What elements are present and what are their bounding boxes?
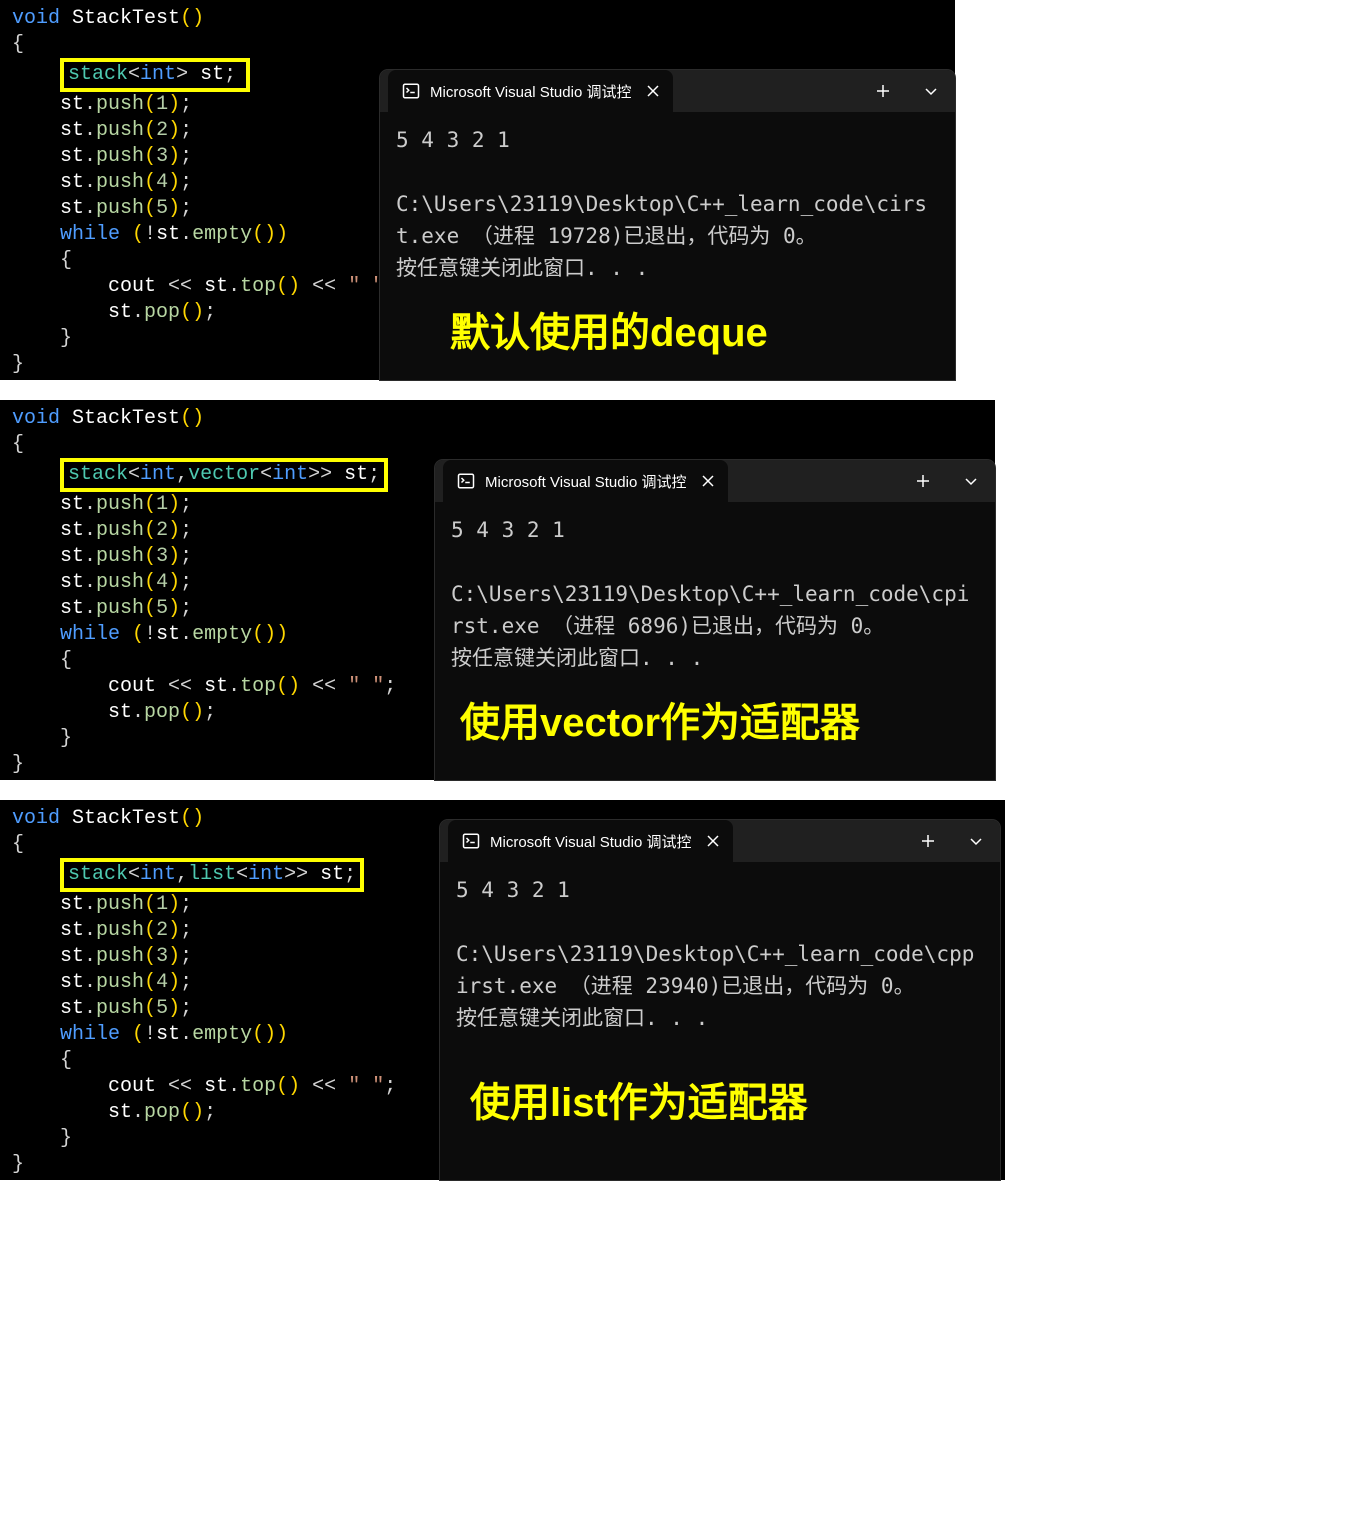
annotation-text: 默认使用的deque	[450, 300, 768, 358]
new-tab-button[interactable]	[859, 70, 907, 112]
close-icon[interactable]	[707, 835, 719, 847]
console-tabbar: Microsoft Visual Studio 调试控	[380, 70, 955, 112]
tab-title: Microsoft Visual Studio 调试控	[485, 471, 686, 492]
terminal-icon	[457, 472, 475, 490]
console-tabbar: Microsoft Visual Studio 调试控	[435, 460, 995, 502]
tab-dropdown-button[interactable]	[952, 820, 1000, 862]
new-tab-button[interactable]	[904, 820, 952, 862]
close-icon[interactable]	[647, 85, 659, 97]
tab-title: Microsoft Visual Studio 调试控	[430, 81, 631, 102]
tab-dropdown-button[interactable]	[907, 70, 955, 112]
terminal-icon	[402, 82, 420, 100]
annotation-text: 使用vector作为适配器	[460, 690, 860, 748]
console-tab[interactable]: Microsoft Visual Studio 调试控	[443, 460, 728, 502]
panel-1: void StackTest(){ stack<int,vector<int>>…	[0, 400, 1368, 780]
close-icon[interactable]	[702, 475, 714, 487]
terminal-icon	[462, 832, 480, 850]
console-output: 5 4 3 2 1 C:\Users\23119\Desktop\C++_lea…	[380, 112, 955, 296]
console-output: 5 4 3 2 1 C:\Users\23119\Desktop\C++_lea…	[435, 502, 995, 686]
panel-0: void StackTest(){ stack<int> st; st.push…	[0, 0, 1368, 380]
new-tab-button[interactable]	[899, 460, 947, 502]
console-tabbar: Microsoft Visual Studio 调试控	[440, 820, 1000, 862]
tab-title: Microsoft Visual Studio 调试控	[490, 831, 691, 852]
console-output: 5 4 3 2 1 C:\Users\23119\Desktop\C++_lea…	[440, 862, 1000, 1046]
panel-2: void StackTest(){ stack<int,list<int>> s…	[0, 800, 1368, 1180]
tab-dropdown-button[interactable]	[947, 460, 995, 502]
console-tab[interactable]: Microsoft Visual Studio 调试控	[448, 820, 733, 862]
console-tab[interactable]: Microsoft Visual Studio 调试控	[388, 70, 673, 112]
annotation-text: 使用list作为适配器	[470, 1070, 808, 1128]
